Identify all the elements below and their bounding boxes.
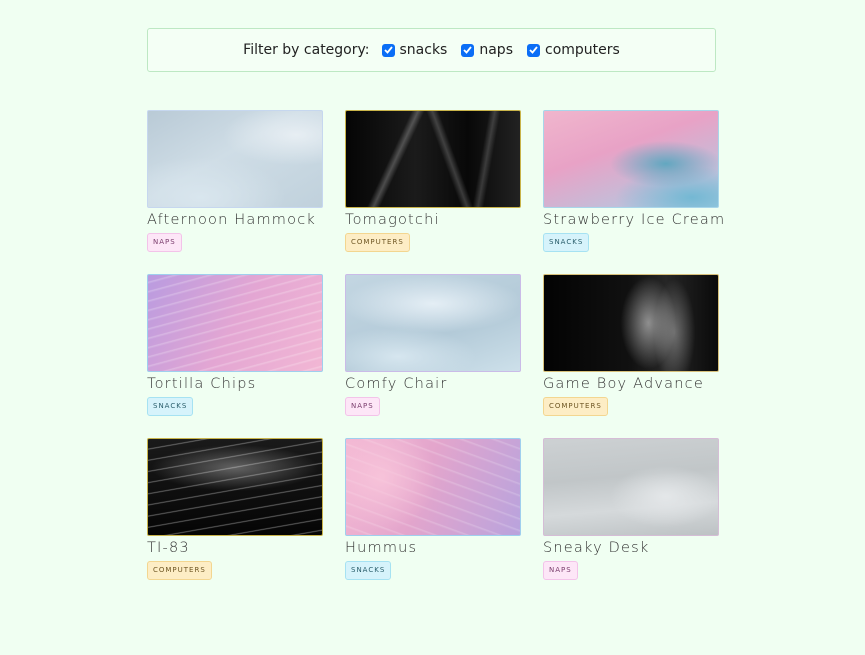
item-thumbnail (543, 274, 719, 372)
item-title: TI-83 (147, 540, 190, 556)
checkmark-icon (383, 46, 393, 54)
item-thumbnail (345, 274, 521, 372)
item-card[interactable]: Tortilla Chips SNACKS (147, 274, 323, 438)
item-card[interactable]: Afternoon Hammock NAPS (147, 110, 323, 274)
item-title: Comfy Chair (345, 376, 448, 392)
category-tag: SNACKS (345, 561, 392, 580)
filter-option-naps[interactable]: naps (461, 42, 513, 58)
category-tag: COMPUTERS (147, 561, 212, 580)
category-tag: NAPS (345, 397, 380, 416)
category-tag: NAPS (543, 561, 578, 580)
item-thumbnail (543, 438, 719, 536)
snacks-checkbox-label: snacks (399, 42, 448, 58)
item-title: Tortilla Chips (147, 376, 257, 392)
item-card[interactable]: Strawberry Ice Cream SNACKS (543, 110, 726, 274)
item-title: Hummus (345, 540, 418, 556)
computers-checkbox-label: computers (545, 42, 620, 58)
computers-checkbox[interactable] (527, 43, 540, 57)
item-thumbnail (543, 110, 719, 208)
item-title: Afternoon Hammock (147, 212, 316, 228)
item-title: Game Boy Advance (543, 376, 704, 392)
item-thumbnail (147, 110, 323, 208)
snacks-checkbox[interactable] (381, 43, 395, 57)
item-card[interactable]: TI-83 COMPUTERS (147, 438, 323, 602)
item-card[interactable]: Sneaky Desk NAPS (543, 438, 719, 602)
checkmark-icon (463, 46, 473, 54)
item-thumbnail (345, 110, 521, 208)
item-title: Tomagotchi (345, 212, 440, 228)
item-thumbnail (147, 438, 323, 536)
category-tag: COMPUTERS (543, 397, 608, 416)
item-title: Strawberry Ice Cream (543, 212, 726, 228)
checkmark-icon (529, 46, 538, 54)
naps-checkbox[interactable] (461, 43, 475, 57)
category-filter-bar: Filter by category: snacks naps computer… (147, 28, 716, 72)
item-card[interactable]: Tomagotchi COMPUTERS (345, 110, 521, 274)
category-tag: SNACKS (543, 233, 590, 252)
category-tag: COMPUTERS (345, 233, 410, 252)
category-tag: NAPS (147, 233, 182, 252)
filter-option-snacks[interactable]: snacks (381, 42, 448, 58)
naps-checkbox-label: naps (479, 42, 513, 58)
item-title: Sneaky Desk (543, 540, 650, 556)
item-grid: Afternoon Hammock NAPS Tomagotchi COMPUT… (147, 110, 726, 602)
category-tag: SNACKS (147, 397, 194, 416)
item-card[interactable]: Game Boy Advance COMPUTERS (543, 274, 719, 438)
item-card[interactable]: Hummus SNACKS (345, 438, 521, 602)
filter-option-computers[interactable]: computers (527, 42, 620, 58)
filter-label: Filter by category: (243, 42, 370, 58)
item-card[interactable]: Comfy Chair NAPS (345, 274, 521, 438)
item-thumbnail (147, 274, 323, 372)
item-thumbnail (345, 438, 521, 536)
